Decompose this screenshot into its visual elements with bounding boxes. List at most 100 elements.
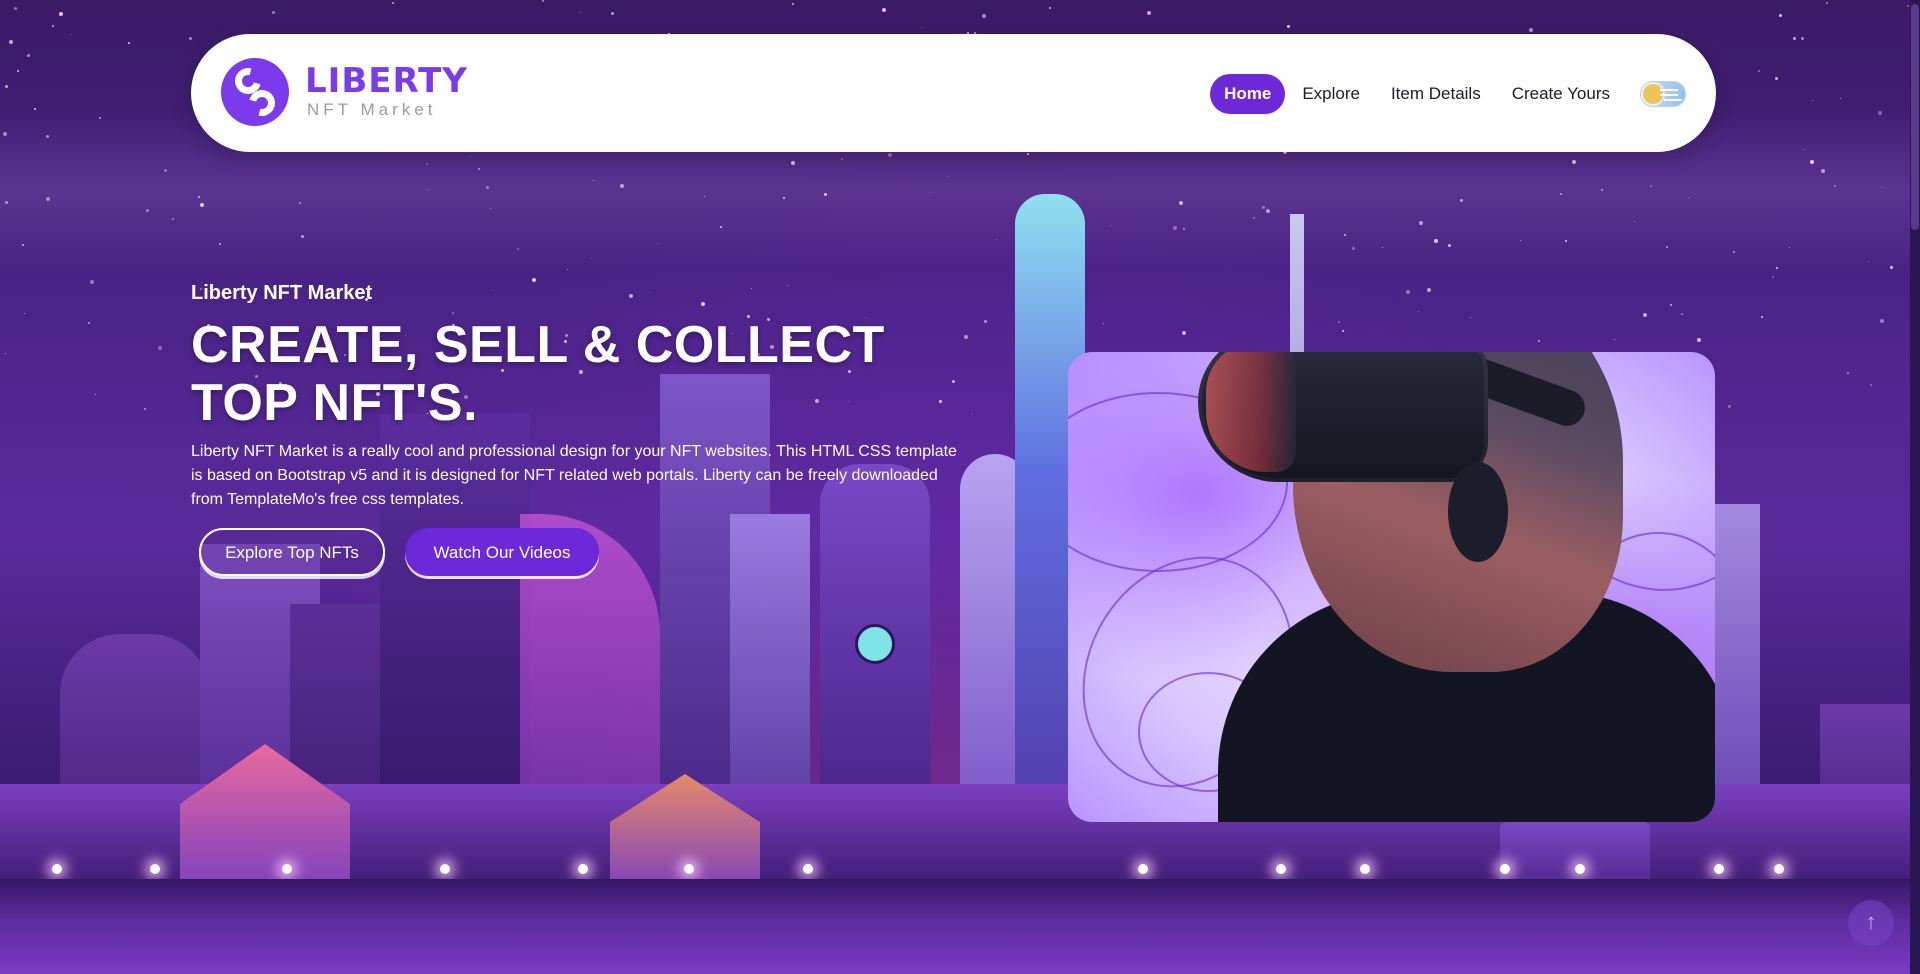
star <box>52 25 54 27</box>
star <box>1812 100 1813 101</box>
star <box>1253 217 1255 219</box>
star <box>128 42 130 44</box>
star <box>620 184 624 188</box>
star <box>1382 247 1383 248</box>
star <box>701 302 705 306</box>
star <box>1520 240 1521 241</box>
arrow-up-icon[interactable]: ↑ <box>1848 900 1894 946</box>
logo-icon <box>221 58 289 126</box>
star <box>751 288 752 289</box>
star <box>426 163 428 165</box>
star <box>99 117 101 119</box>
star <box>1103 323 1104 324</box>
star <box>470 156 471 157</box>
star <box>17 70 19 72</box>
star <box>1560 193 1562 195</box>
star <box>1775 77 1778 80</box>
theme-toggle-icon[interactable] <box>1640 81 1686 107</box>
star <box>1789 247 1790 248</box>
star <box>1529 28 1533 32</box>
star <box>493 290 494 291</box>
star <box>392 2 394 4</box>
star <box>888 153 892 157</box>
star <box>90 280 94 284</box>
logo-subtitle: NFT Market <box>307 100 437 119</box>
logo[interactable]: LIBERTY NFT Market <box>221 58 468 126</box>
star <box>1460 199 1463 202</box>
star <box>1847 372 1849 374</box>
star <box>1758 70 1760 72</box>
star <box>24 313 25 314</box>
star <box>1688 197 1689 198</box>
star <box>71 34 72 35</box>
star <box>1882 187 1883 188</box>
star <box>964 335 968 339</box>
nav-create-yours[interactable]: Create Yours <box>1498 74 1624 114</box>
star <box>34 108 36 110</box>
scrollbar[interactable] <box>1910 0 1920 974</box>
star <box>1287 25 1290 28</box>
star <box>1572 160 1576 164</box>
star <box>158 346 162 350</box>
star <box>1810 160 1814 164</box>
star <box>1650 185 1652 187</box>
star <box>1772 276 1774 278</box>
star <box>5 353 6 354</box>
star <box>1880 319 1884 323</box>
star <box>1173 226 1177 230</box>
star <box>1907 5 1909 7</box>
star <box>1890 266 1893 269</box>
star <box>198 196 200 198</box>
star <box>5 85 8 88</box>
star <box>787 285 788 286</box>
star <box>452 312 454 314</box>
star <box>3 132 7 136</box>
star <box>301 235 304 238</box>
star <box>841 158 843 160</box>
star <box>649 292 650 293</box>
explore-top-nfts-button[interactable]: Explore Top NFTs <box>199 528 385 576</box>
star <box>783 197 785 199</box>
nav-home[interactable]: Home <box>1210 74 1286 114</box>
star <box>189 37 192 40</box>
star <box>1801 37 1804 40</box>
star <box>1565 240 1567 242</box>
star <box>704 196 705 197</box>
star <box>982 14 986 18</box>
star <box>930 192 931 193</box>
star <box>952 380 955 383</box>
star <box>984 320 987 323</box>
star <box>1147 11 1151 15</box>
star <box>1470 317 1471 318</box>
star <box>164 169 167 172</box>
star <box>95 394 96 395</box>
star <box>219 243 221 245</box>
star <box>1821 169 1825 173</box>
star <box>922 27 923 28</box>
hero-title: CREATE, SELL & COLLECT TOP NFT'S. <box>191 316 885 432</box>
star <box>1027 153 1029 155</box>
star <box>1418 311 1419 312</box>
star <box>200 203 204 207</box>
star <box>1681 313 1683 315</box>
star <box>1266 209 1270 213</box>
star <box>59 12 63 16</box>
star <box>972 414 973 415</box>
star <box>1826 2 1828 4</box>
star <box>46 135 49 138</box>
star <box>5 201 8 204</box>
water-reflection <box>0 879 1920 974</box>
nav-explore[interactable]: Explore <box>1288 74 1374 114</box>
star <box>1342 330 1344 332</box>
star <box>1614 339 1615 340</box>
star <box>629 294 633 298</box>
star <box>1666 246 1668 248</box>
star <box>657 243 658 244</box>
street-lights <box>0 864 1920 874</box>
star <box>542 0 544 2</box>
watch-videos-button[interactable]: Watch Our Videos <box>405 528 599 576</box>
star <box>948 176 949 177</box>
star <box>490 208 491 209</box>
star <box>486 186 489 189</box>
nav-item-details[interactable]: Item Details <box>1377 74 1495 114</box>
